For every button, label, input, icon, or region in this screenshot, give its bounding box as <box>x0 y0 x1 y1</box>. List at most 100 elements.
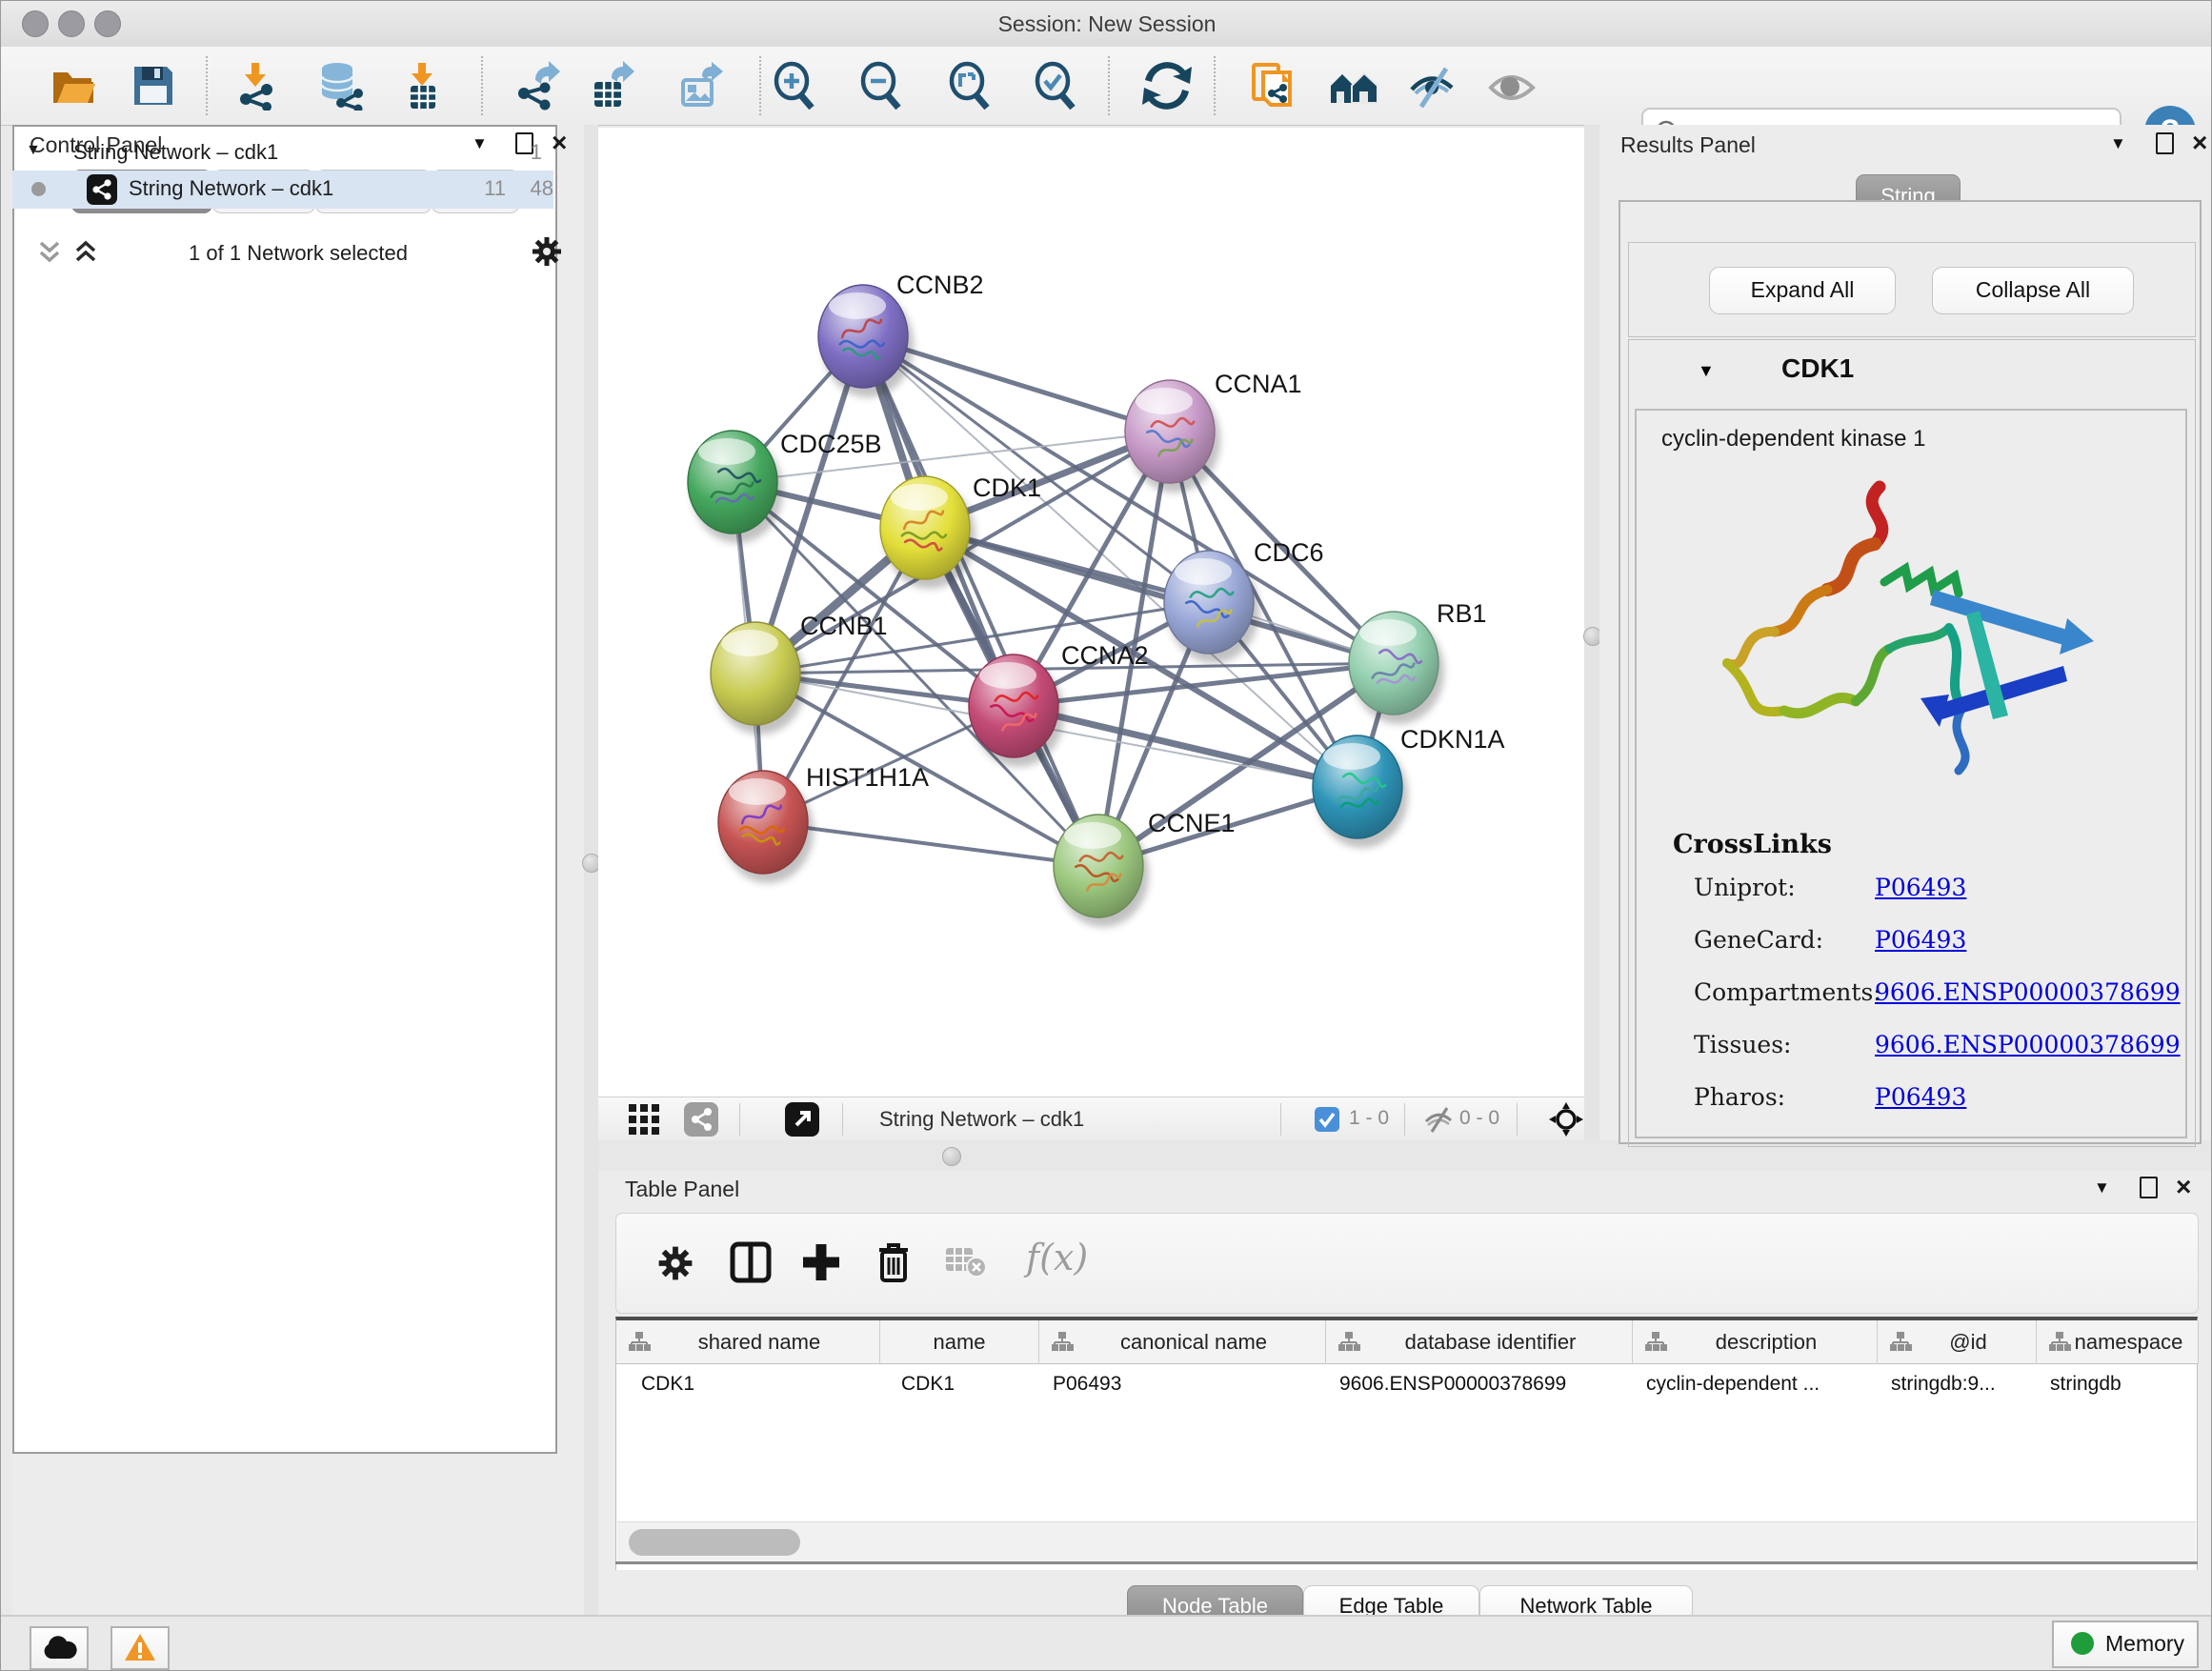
cell-canonical-name[interactable]: P06493 <box>1039 1365 1326 1403</box>
selected-checkbox-icon[interactable] <box>1315 1107 1339 1132</box>
crosslink-value-link[interactable]: 9606.ENSP00000378699 <box>1875 978 2181 1006</box>
crosslink-value-link[interactable]: P06493 <box>1875 1083 1966 1111</box>
app-window: Session: New Session <box>0 0 2212 1671</box>
node-count: 11 <box>468 176 506 201</box>
collapse-all-button[interactable]: Collapse All <box>1932 267 2134 314</box>
results-panel-float-icon[interactable]: ▼ <box>2110 134 2126 153</box>
string-home-button[interactable] <box>1329 61 1378 111</box>
network-node-HIST1H1A[interactable]: HIST1H1A <box>718 763 929 883</box>
fit-content-crosshair-icon[interactable] <box>1547 1100 1585 1138</box>
network-node-CDC6[interactable]: CDC6 <box>1164 538 1324 663</box>
table-panel-close-icon[interactable]: × <box>2176 1177 2191 1198</box>
cell--id[interactable]: stringdb:9... <box>1878 1365 2037 1403</box>
cell-description[interactable]: cyclin-dependent ... <box>1633 1365 1878 1403</box>
status-separator <box>1404 1103 1405 1136</box>
cloud-status-button[interactable] <box>30 1626 89 1670</box>
import-network-from-database-button[interactable] <box>316 61 366 111</box>
left-splitter[interactable] <box>584 125 598 1615</box>
network-node-CCNB2[interactable]: CCNB2 <box>818 271 984 397</box>
toolbar-separator <box>759 56 761 115</box>
export-table-button[interactable] <box>587 61 636 111</box>
network-node-CDKN1A[interactable]: CDKN1A <box>1313 725 1505 848</box>
column-header-canonical-name[interactable]: canonical name <box>1039 1320 1326 1364</box>
birds-eye-view-icon[interactable] <box>629 1104 661 1135</box>
crosslink-value-link[interactable]: P06493 <box>1875 874 1966 901</box>
hidden-counts: 0 - 0 <box>1459 1107 1499 1130</box>
table-panel-float-icon[interactable]: ▼ <box>2094 1178 2110 1198</box>
zoom-out-button[interactable] <box>856 61 906 111</box>
column-header-shared-name[interactable]: shared name <box>616 1320 880 1364</box>
open-session-button[interactable] <box>50 61 99 111</box>
export-network-icon <box>513 61 562 111</box>
save-icon <box>129 61 178 111</box>
table-settings-button[interactable] <box>654 1242 696 1289</box>
zoom-fit-button[interactable] <box>945 61 995 111</box>
network-node-RB1[interactable]: RB1 <box>1349 599 1487 724</box>
delete-column-button[interactable] <box>872 1238 915 1289</box>
zoom-in-button[interactable] <box>770 61 819 111</box>
network-node-CDK1[interactable]: CDK1 <box>880 473 1041 589</box>
network-row-selected[interactable]: String Network – cdk1 11 48 <box>12 171 553 209</box>
results-panel-close-icon[interactable]: × <box>2192 132 2207 153</box>
gene-description: cyclin-dependent kinase 1 <box>1661 426 1926 453</box>
table-panel-maximize-icon[interactable] <box>2140 1177 2158 1198</box>
network-node-CCNA2[interactable]: CCNA2 <box>969 641 1149 767</box>
gene-expand-icon[interactable]: ▼ <box>1698 361 1715 381</box>
memory-button[interactable]: Memory <box>2052 1621 2199 1668</box>
crosslink-value-link[interactable]: 9606.ENSP00000378699 <box>1875 1031 2181 1058</box>
export-image-button[interactable] <box>675 61 725 111</box>
control-panel-close-icon[interactable]: × <box>552 132 567 153</box>
import-table-file-button[interactable] <box>397 61 447 111</box>
column-header-description[interactable]: description <box>1633 1320 1878 1364</box>
network-badge-gray-icon[interactable] <box>684 1102 718 1137</box>
network-collection-row[interactable]: ▼ String Network – cdk1 1 <box>12 136 553 174</box>
node-label-RB1: RB1 <box>1437 599 1487 628</box>
show-columns-button[interactable] <box>729 1240 773 1289</box>
warnings-button[interactable] <box>111 1626 170 1670</box>
refresh-button[interactable] <box>1142 61 1192 111</box>
open-in-new-icon[interactable] <box>785 1102 819 1137</box>
export-image-icon <box>675 61 725 111</box>
show-hide-results-button[interactable] <box>1408 61 1458 111</box>
open-folder-icon <box>50 61 99 111</box>
network-canvas[interactable]: CCNB2CCNA1CDC25BCDK1CDC6RB1CCNB1CCNA2CDK… <box>598 128 1584 1097</box>
import-network-file-button[interactable] <box>232 61 282 111</box>
collapse-all-networks-button[interactable] <box>35 237 64 272</box>
add-column-button[interactable] <box>799 1240 843 1289</box>
export-network-button[interactable] <box>513 61 562 111</box>
eye-slash-icon <box>1408 61 1458 111</box>
horizontal-splitter-handle[interactable] <box>942 1147 961 1166</box>
gear-icon <box>654 1242 696 1284</box>
network-edge[interactable] <box>1014 706 1357 787</box>
string-import-button[interactable] <box>1250 61 1299 111</box>
function-builder-button-disabled: f(x) <box>1026 1237 1088 1278</box>
results-panel-maximize-icon[interactable] <box>2156 132 2174 154</box>
right-splitter[interactable] <box>1584 125 1599 1140</box>
crosslink-value-link[interactable]: P06493 <box>1875 926 1966 954</box>
column-header-namespace[interactable]: namespace <box>2037 1320 2199 1364</box>
cell-name[interactable]: CDK1 <box>880 1365 1039 1403</box>
column-tree-icon <box>1644 1331 1667 1352</box>
hidden-eye-slash-icon[interactable] <box>1423 1105 1454 1134</box>
cell-shared-name[interactable]: CDK1 <box>616 1365 880 1403</box>
table-horizontal-scrollbar[interactable] <box>617 1521 2196 1562</box>
scrollbar-thumb[interactable] <box>629 1529 800 1556</box>
tree-expand-icon[interactable]: ▼ <box>26 142 41 159</box>
column-header-name[interactable]: name <box>880 1320 1039 1364</box>
expand-all-networks-button[interactable] <box>71 237 100 272</box>
column-header--id[interactable]: @id <box>1878 1320 2037 1364</box>
crosslinks-title: CrossLinks <box>1673 830 1832 859</box>
save-session-button[interactable] <box>129 61 178 111</box>
cell-database-identifier[interactable]: 9606.ENSP00000378699 <box>1326 1365 1633 1403</box>
refresh-icon <box>1142 61 1192 111</box>
cell-namespace[interactable]: stringdb <box>2037 1365 2199 1403</box>
table-panel-title: Table Panel <box>625 1177 739 1202</box>
expand-all-button[interactable]: Expand All <box>1709 267 1896 314</box>
toolbar-separator <box>206 56 208 115</box>
network-node-CCNE1[interactable]: CCNE1 <box>1054 809 1236 927</box>
network-graph[interactable]: CCNB2CCNA1CDC25BCDK1CDC6RB1CCNB1CCNA2CDK… <box>598 128 1584 1097</box>
zoom-selected-button[interactable] <box>1031 61 1080 111</box>
memory-label: Memory <box>2105 1631 2184 1657</box>
column-header-database-identifier[interactable]: database identifier <box>1326 1320 1633 1364</box>
network-options-button[interactable] <box>529 233 565 274</box>
